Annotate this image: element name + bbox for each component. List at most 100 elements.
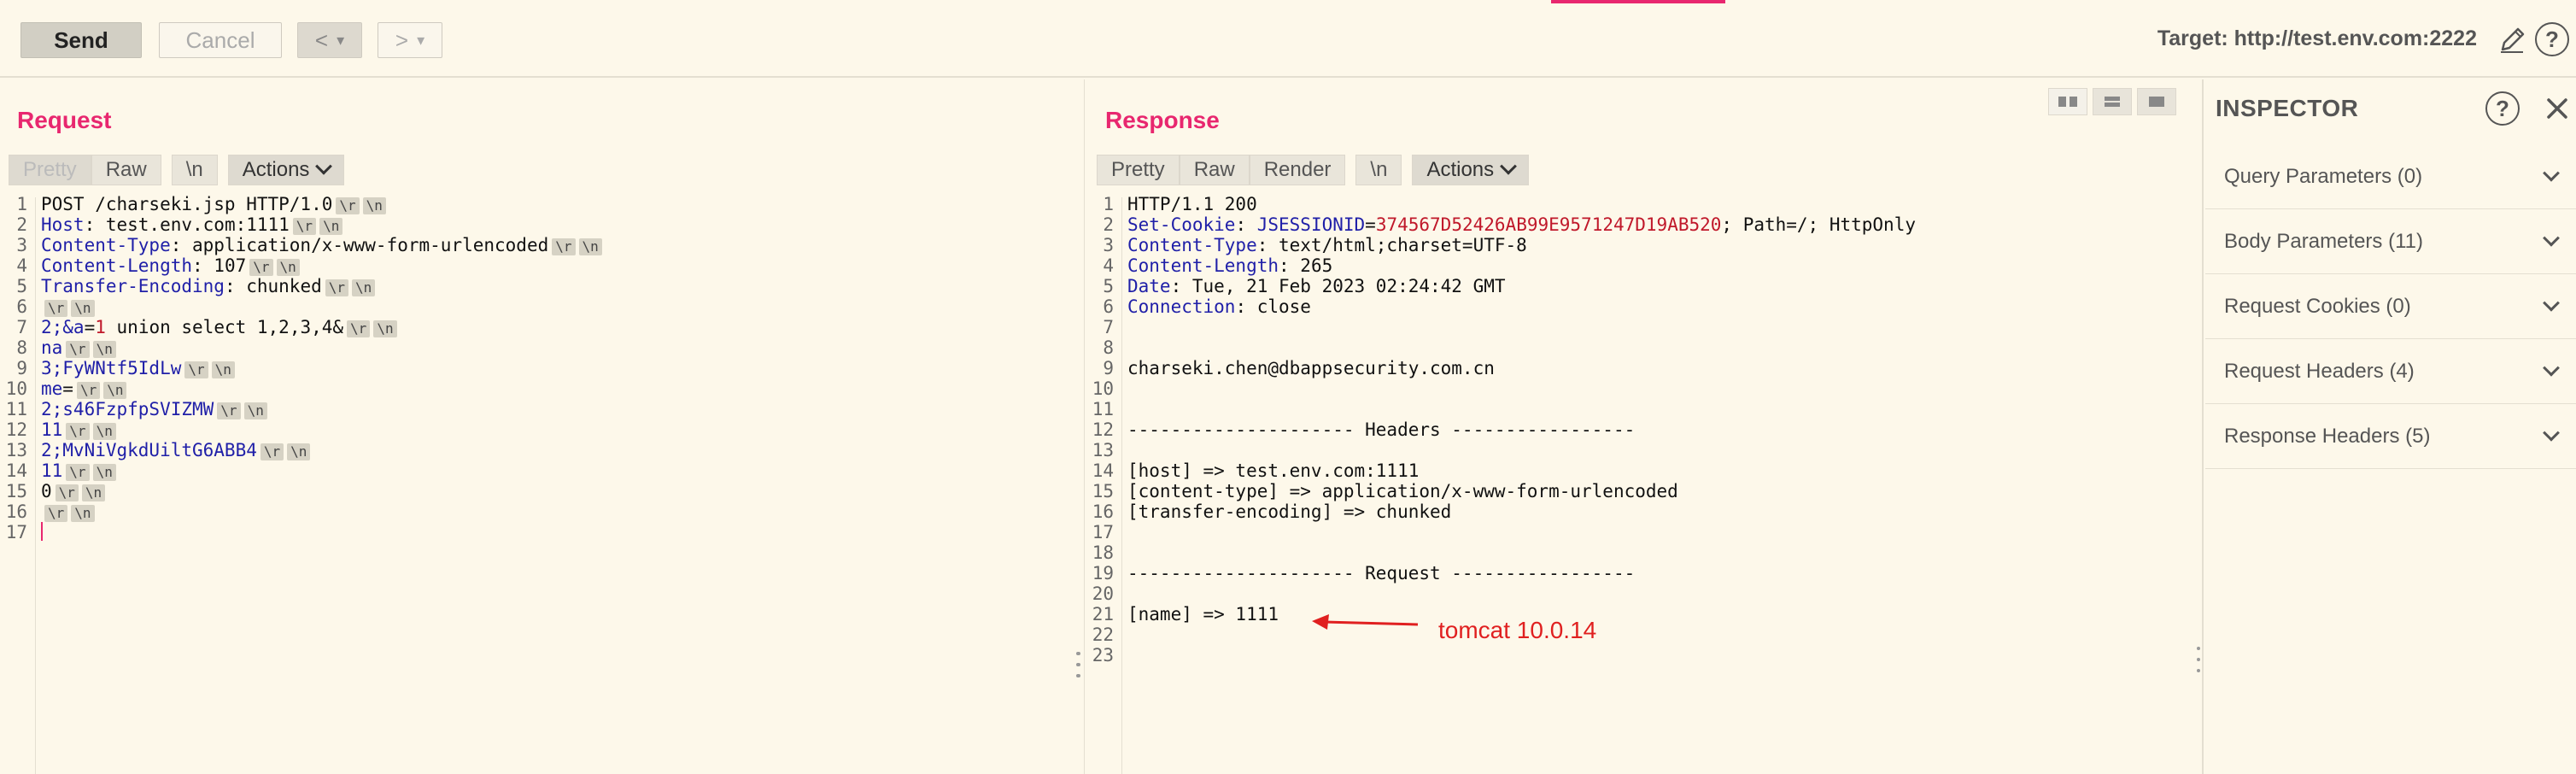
line-number: 1 <box>16 194 27 214</box>
line-number: 8 <box>16 337 27 358</box>
code-token: = <box>62 378 73 399</box>
code-line: 3 Content-Type: application/x-www-form-ur… <box>0 235 602 255</box>
code-text: [transfer-encoding] => chunked <box>1117 501 1451 522</box>
previous-request-button[interactable]: < ▾ <box>297 22 362 58</box>
code-line: 12 11 \r \n <box>0 419 602 440</box>
single-pane-icon <box>2149 97 2164 107</box>
code-token: : close <box>1235 296 1311 317</box>
annotation-arrow <box>1312 614 1419 630</box>
cr-marker: \r <box>184 361 208 378</box>
pane-resize-handle[interactable] <box>1076 652 1081 677</box>
inspector-panel: INSPECTOR ? Query Parameters (0) Body Pa… <box>2205 79 2576 774</box>
cr-marker: \r <box>76 382 101 399</box>
pencil-icon[interactable] <box>2497 24 2526 55</box>
code-token: : <box>1235 214 1257 235</box>
header-name: 11 <box>41 419 63 440</box>
code-line: 8 na \r \n <box>0 337 602 358</box>
code-text: 11 \r \n <box>31 419 116 440</box>
chevron-down-icon <box>2543 229 2560 247</box>
code-token: POST /charseki.jsp HTTP/1.0 <box>41 194 333 214</box>
tab-pretty[interactable]: Pretty <box>9 155 91 185</box>
line-number: 15 <box>1092 481 1114 501</box>
code-token: = <box>1365 214 1376 235</box>
code-text: Transfer-Encoding: chunked \r \n <box>31 276 376 296</box>
layout-tabs-button[interactable] <box>2137 88 2176 115</box>
code-token: union select 1,2,3,4& <box>105 317 344 337</box>
inspector-query-parameters[interactable]: Query Parameters (0) <box>2205 144 2576 209</box>
code-token: 0 <box>41 481 52 501</box>
code-line: 12 --------------------- Headers --------… <box>1086 419 1916 440</box>
code-line: 15 [content-type] => application/x-www-fo… <box>1086 481 1916 501</box>
inspector-body-parameters[interactable]: Body Parameters (11) <box>2205 209 2576 274</box>
chevron-down-icon <box>2543 424 2560 442</box>
code-text: charseki.chen@dbappsecurity.com.cn <box>1117 358 1495 378</box>
response-editor[interactable]: 1 HTTP/1.1 200 2 Set-Cookie: JSESSIONID=374… <box>1086 194 2202 774</box>
tab-newline[interactable]: \n <box>171 155 218 185</box>
tab-raw[interactable]: Raw <box>91 155 161 185</box>
next-request-button[interactable]: > ▾ <box>378 22 442 58</box>
lf-marker: \n <box>352 279 376 296</box>
code-line: 9 3;FyWNtf5IdLw \r \n <box>0 358 602 378</box>
line-number: 10 <box>5 378 27 399</box>
line-number: 17 <box>1092 522 1114 542</box>
code-token: --------------------- Request ----------… <box>1127 563 1636 583</box>
line-number: 15 <box>5 481 27 501</box>
cr-marker: \r <box>66 341 90 358</box>
code-line: 8 <box>1086 337 1916 358</box>
lf-marker: \n <box>92 341 116 358</box>
code-line: 13 2;MvNiVgkdUiltG6ABB4 \r \n <box>0 440 602 460</box>
inspector-request-headers[interactable]: Request Headers (4) <box>2205 339 2576 404</box>
close-icon[interactable] <box>2540 91 2574 126</box>
code-line: 20 <box>1086 583 1916 604</box>
lf-marker: \n <box>92 464 116 481</box>
line-number: 14 <box>5 460 27 481</box>
code-token: : Tue, 21 Feb 2023 02:24:42 GMT <box>1170 276 1506 296</box>
line-number: 3 <box>1103 235 1114 255</box>
code-token: : test.env.com:1111 <box>84 214 290 235</box>
response-view-tabs: Pretty Raw Render \n Actions <box>1097 155 1530 185</box>
code-line: 1 POST /charseki.jsp HTTP/1.0 \r \n <box>0 194 602 214</box>
line-number: 13 <box>1092 440 1114 460</box>
code-token: ; Path=/; HttpOnly <box>1721 214 1916 235</box>
actions-dropdown[interactable]: Actions <box>227 155 345 185</box>
header-name: Content-Length <box>41 255 193 276</box>
inspector-resize-handle[interactable] <box>2197 647 2202 672</box>
cancel-button[interactable]: Cancel <box>159 22 282 58</box>
inspector-item-label: Request Cookies (0) <box>2224 294 2411 318</box>
code-line: 6 \r \n <box>0 296 602 317</box>
code-text: Content-Type: text/html;charset=UTF-8 <box>1117 235 1527 255</box>
code-token: : text/html;charset=UTF-8 <box>1256 235 1527 255</box>
code-token: charseki.chen@dbappsecurity.com.cn <box>1127 358 1495 378</box>
lf-marker: \n <box>362 197 386 214</box>
code-text: Host: test.env.com:1111 \r \n <box>31 214 343 235</box>
header-name: 3;FyWNtf5IdLw <box>41 358 182 378</box>
tab-pretty[interactable]: Pretty <box>1097 155 1180 185</box>
lf-marker: \n <box>92 423 116 440</box>
tab-render[interactable]: Render <box>1249 155 1346 185</box>
inspector-item-label: Request Headers (4) <box>2224 359 2415 383</box>
layout-stacked-button[interactable] <box>2093 88 2132 115</box>
code-line: 16 [transfer-encoding] => chunked <box>1086 501 1916 522</box>
send-button[interactable]: Send <box>20 22 142 58</box>
inspector-response-headers[interactable]: Response Headers (5) <box>2205 404 2576 469</box>
help-icon[interactable]: ? <box>2485 91 2520 126</box>
tab-newline[interactable]: \n <box>1355 155 1402 185</box>
code-token: : 265 <box>1279 255 1333 276</box>
code-line: 14 [host] => test.env.com:1111 <box>1086 460 1916 481</box>
lf-marker: \n <box>211 361 235 378</box>
help-icon[interactable]: ? <box>2535 22 2569 56</box>
code-text: --------------------- Request ----------… <box>1117 563 1635 583</box>
code-line: 4 Content-Length: 265 <box>1086 255 1916 276</box>
request-editor[interactable]: 1 POST /charseki.jsp HTTP/1.0 \r \n 2 Host: t… <box>0 194 1084 774</box>
inspector-request-cookies[interactable]: Request Cookies (0) <box>2205 274 2576 339</box>
layout-side-by-side-button[interactable] <box>2048 88 2087 115</box>
code-text: Content-Length: 107 \r \n <box>31 255 300 276</box>
line-number: 10 <box>1092 378 1114 399</box>
actions-dropdown[interactable]: Actions <box>1412 155 1530 185</box>
tab-raw[interactable]: Raw <box>1179 155 1250 185</box>
